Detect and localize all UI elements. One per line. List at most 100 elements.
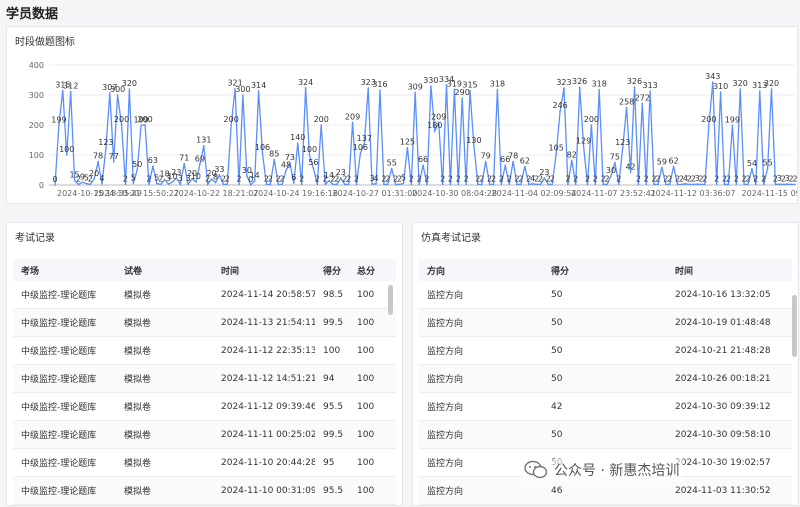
exam-table-cell: 中级监控-理论题库 <box>21 487 97 497</box>
exam-table-cell: 2024-11-12 22:35:13 <box>221 345 315 356</box>
sim-table-cell: 50 <box>551 345 563 356</box>
data-label: 310 <box>713 82 728 91</box>
data-point <box>148 183 150 186</box>
data-point <box>77 183 80 186</box>
exam-table-row[interactable]: 中级监控-理论题库 模拟卷 2024-11-14 20:58:57 98.5 100 <box>13 281 396 309</box>
data-point <box>387 183 389 186</box>
data-point <box>116 94 119 96</box>
exam-table-cell: 2024-11-12 09:39:46 <box>221 401 315 412</box>
data-label: 2 <box>424 174 429 183</box>
data-label: 131 <box>196 136 211 145</box>
data-point <box>602 183 604 186</box>
data-point <box>222 183 225 186</box>
sim-table-cell: 2024-10-30 19:02:57 <box>675 457 771 468</box>
data-point <box>571 159 573 162</box>
data-point <box>723 183 726 186</box>
exam-table-row[interactable]: 中级监控-理论题库 模拟卷 2024-11-12 22:35:13 100 100 <box>13 337 396 365</box>
sim-table-row[interactable]: 监控方向 50 2024-10-30 09:58:10 <box>419 421 792 449</box>
data-point <box>418 183 420 186</box>
data-point <box>167 183 170 185</box>
exam-table-cell: 100 <box>323 345 341 356</box>
exam-table-row[interactable]: 中级监控-理论题库 模拟卷 2024-11-12 14:51:21 94 100 <box>13 365 396 393</box>
sim-table-cell: 46 <box>551 485 563 496</box>
data-point <box>641 102 644 105</box>
data-point <box>347 183 350 186</box>
data-label: 0 <box>52 175 57 184</box>
exam-table-cell: 模拟卷 <box>124 459 152 469</box>
data-label: 140 <box>290 133 305 142</box>
x-tick-label: 2024-11-07 23:52:41 <box>571 189 656 198</box>
sim-table-scrollbar[interactable] <box>792 295 797 357</box>
data-point <box>144 124 146 126</box>
sim-table-row[interactable]: 监控方向 50 2024-10-26 00:18:21 <box>419 365 792 393</box>
data-point <box>633 86 636 88</box>
data-label: 2 <box>734 174 739 183</box>
sim-table-row[interactable]: 监控方向 46 2024-11-03 11:30:52 <box>419 477 792 505</box>
data-point <box>465 183 467 186</box>
data-label: 5 <box>131 174 136 183</box>
sim-table-row[interactable]: 监控方向 50 2024-10-19 01:48:48 <box>419 309 792 337</box>
data-point <box>343 183 346 186</box>
line-chart: 0100200300400019931510031215295220784123… <box>29 61 797 198</box>
y-tick-label: 400 <box>29 61 44 70</box>
data-point <box>132 182 135 185</box>
sim-table-row[interactable]: 监控方向 50 2024-10-21 21:48:28 <box>419 337 792 365</box>
exam-table-row[interactable]: 中级监控-理论题库 模拟卷 2024-11-10 20:44:28 95 100 <box>13 449 396 477</box>
sim-table-cell: 50 <box>551 373 563 384</box>
exam-table-cell: 100 <box>357 373 375 384</box>
data-point <box>437 121 440 124</box>
exam-table-cell: 中级监控-理论题库 <box>21 375 97 385</box>
data-point <box>469 89 471 92</box>
sim-table-cell: 2024-10-30 09:58:10 <box>675 429 771 440</box>
data-label: 137 <box>357 134 372 143</box>
data-point <box>786 183 788 185</box>
data-label: 326 <box>572 77 587 86</box>
data-label: 200 <box>114 115 129 124</box>
data-point <box>58 124 60 127</box>
data-label: 2 <box>655 174 660 183</box>
y-tick-label: 0 <box>39 181 44 190</box>
data-label: 2 <box>745 174 750 183</box>
exam-table-row[interactable]: 中级监控-理论题库 模拟卷 2024-11-10 00:31:09 95.5 100 <box>13 477 396 505</box>
exam-table-row[interactable]: 中级监控-理论题库 模拟卷 2024-11-11 00:25:02 99.5 100 <box>13 421 396 449</box>
data-point <box>496 88 499 91</box>
data-point <box>316 183 319 186</box>
exam-table-row[interactable]: 中级监控-理论题库 模拟卷 2024-11-13 21:54:11 99.5 100 <box>13 309 396 337</box>
simulation-records-title: 仿真考试记录 <box>421 233 481 244</box>
data-label: 2 <box>565 174 570 183</box>
data-point <box>179 183 182 185</box>
data-point <box>610 175 612 177</box>
data-point <box>696 183 698 185</box>
watermark: 公众号 · 新惠杰培训 <box>520 459 684 481</box>
data-point <box>758 90 761 92</box>
data-label: 2 <box>761 174 766 183</box>
data-point <box>124 183 127 186</box>
column-header-direction: 方向 <box>427 266 446 277</box>
exam-table-row[interactable]: 中级监控-理论题库 模拟卷 2024-11-12 09:39:46 95.5 100 <box>13 393 396 421</box>
sim-table-row[interactable]: 监控方向 50 2024-10-16 13:32:05 <box>419 281 792 309</box>
data-label: 323 <box>556 78 571 87</box>
exam-table-body[interactable]: 中级监控-理论题库 模拟卷 2024-11-14 20:58:57 98.5 100 中级… <box>13 281 396 505</box>
data-label: 77 <box>109 152 119 161</box>
exam-table-scrollbar[interactable] <box>388 285 393 315</box>
sim-table-cell: 2024-10-21 21:48:28 <box>675 345 771 356</box>
data-point <box>614 161 616 164</box>
data-point <box>430 85 432 87</box>
column-header-time: 时间 <box>221 266 240 277</box>
data-point <box>582 145 585 148</box>
exam-table-cell: 2024-11-14 20:58:57 <box>221 289 315 300</box>
data-point <box>755 183 757 186</box>
data-point <box>512 160 514 163</box>
data-point <box>664 183 667 186</box>
data-label: 2 <box>464 174 469 183</box>
sim-table-row[interactable]: 监控方向 42 2024-10-30 09:39:12 <box>419 393 792 421</box>
data-point <box>606 183 608 186</box>
data-label: 2 <box>479 174 484 183</box>
data-label: 106 <box>353 143 368 152</box>
exam-table-cell: 94 <box>323 373 335 384</box>
data-label: 2 <box>225 174 230 183</box>
data-label: 79 <box>481 151 491 160</box>
data-label: 4 <box>374 174 379 183</box>
sim-table-cell: 50 <box>551 289 563 300</box>
data-label: 2 <box>448 174 453 183</box>
